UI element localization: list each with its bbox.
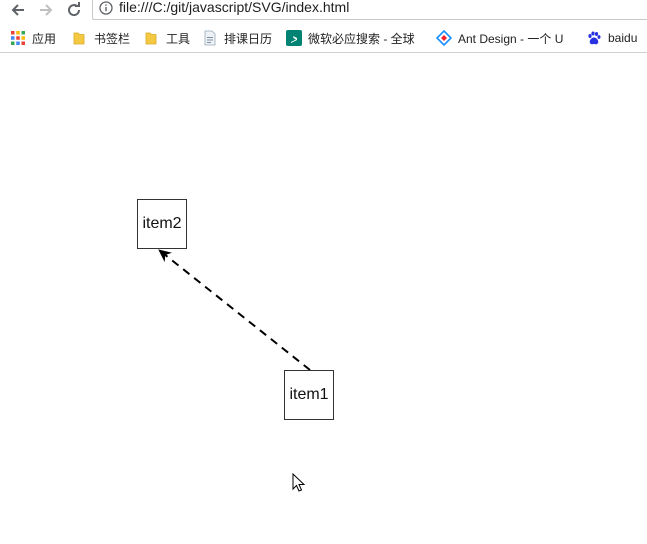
forward-button[interactable] — [34, 0, 58, 20]
bookmark-bookmarks-bar[interactable]: 书签栏 — [72, 29, 130, 47]
bookmark-label: baidu — [608, 31, 638, 45]
arrow-right-icon — [40, 4, 53, 16]
baidu-paw-icon — [588, 31, 601, 45]
node-item1[interactable]: item1 — [284, 370, 334, 420]
edge-layer — [158, 249, 311, 371]
address-bar[interactable]: file:///C:/git/javascript/SVG/index.html — [92, 0, 647, 20]
bookmark-label: 工具 — [166, 31, 191, 46]
url-text[interactable]: file:///C:/git/javascript/SVG/index.html — [119, 0, 349, 15]
bookmark-label: 书签栏 — [94, 31, 131, 46]
bookmark-label: 应用 — [32, 31, 57, 46]
bookmark-label: 微软必应搜索 - 全球 — [308, 31, 415, 46]
back-button[interactable] — [6, 0, 30, 20]
svg-canvas: item2 item1 — [0, 53, 647, 544]
bookmarks-bar: 应用 书签栏 工具 排课日历 微软必应搜索 - 全球 Ant Design - … — [0, 26, 647, 50]
info-icon[interactable] — [99, 1, 113, 15]
folder-icon — [73, 32, 85, 45]
mouse-cursor-icon — [292, 473, 306, 492]
bookmark-apps[interactable]: 应用 — [10, 29, 56, 47]
dashed-arrow-edge — [158, 249, 311, 371]
ant-design-icon — [436, 30, 452, 46]
navigation-row: file:///C:/git/javascript/SVG/index.html — [0, 0, 647, 24]
bookmark-tools[interactable]: 工具 — [144, 29, 190, 47]
page-icon — [204, 30, 216, 46]
apps-grid-icon — [11, 31, 25, 45]
bookmark-schedule[interactable]: 排课日历 — [202, 29, 272, 47]
bookmark-baidu[interactable]: baidu — [586, 29, 637, 47]
node-label: item2 — [142, 215, 182, 232]
bookmark-ant-design[interactable]: Ant Design - 一个 U — [436, 29, 578, 47]
bookmark-bing[interactable]: 微软必应搜索 - 全球 — [286, 29, 426, 47]
arrow-left-icon — [11, 4, 24, 16]
bing-icon — [286, 30, 302, 46]
node-item2[interactable]: item2 — [137, 199, 187, 249]
bookmark-label: Ant Design - 一个 U — [458, 31, 564, 46]
reload-icon — [68, 2, 81, 17]
bookmark-label: 排课日历 — [224, 31, 273, 46]
node-label: item1 — [289, 386, 329, 403]
reload-button[interactable] — [62, 0, 86, 20]
browser-chrome: file:///C:/git/javascript/SVG/index.html… — [0, 0, 647, 53]
folder-icon — [145, 32, 157, 45]
